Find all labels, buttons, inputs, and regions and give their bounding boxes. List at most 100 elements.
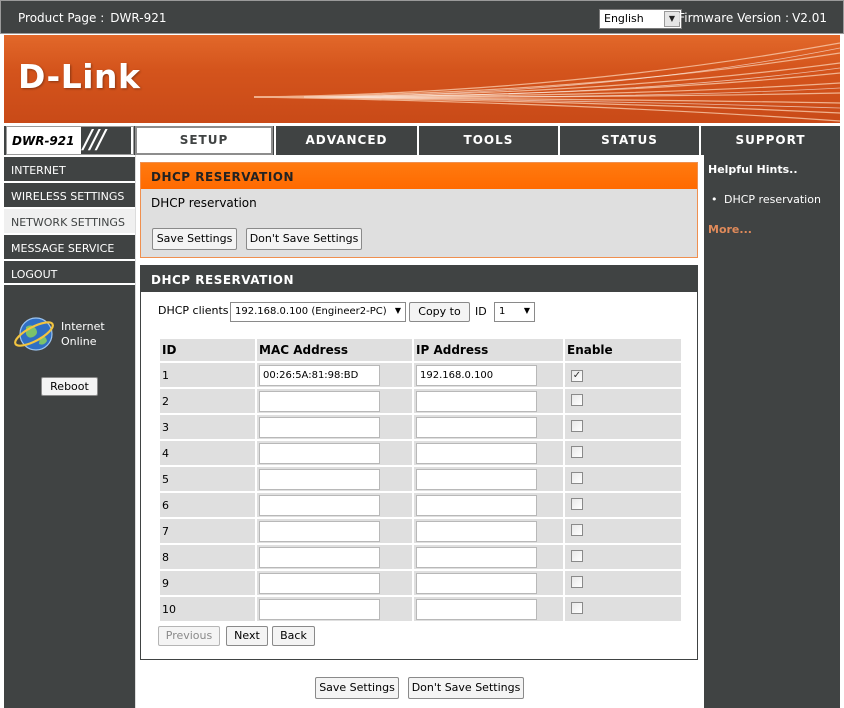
ip-address-input[interactable] [416, 364, 537, 386]
mac-cell [257, 363, 412, 387]
table-header-row: ID MAC Address IP Address Enable [160, 339, 681, 361]
dhcp-clients-value: 192.168.0.100 (Engineer2-PC) [235, 306, 387, 317]
ip-address-input[interactable] [416, 546, 537, 568]
sidebar-item-wireless-settings[interactable]: WIRELESS SETTINGS [4, 181, 135, 207]
previous-button[interactable]: Previous [158, 626, 220, 646]
brand-banner: D-Link [4, 35, 840, 123]
row-id: 9 [160, 571, 255, 595]
mac-address-input[interactable] [259, 442, 380, 464]
mac-cell [257, 493, 412, 517]
table-row: 1✓ [160, 363, 681, 387]
enable-cell [565, 519, 681, 543]
internet-status-line1: Internet [61, 320, 105, 333]
ip-address-input[interactable] [416, 494, 537, 516]
product-page: Product Page : DWR-921 [18, 11, 167, 25]
enable-cell [565, 545, 681, 569]
mac-address-input[interactable] [259, 494, 380, 516]
tab-status[interactable]: STATUS [558, 126, 699, 155]
bullet-icon: • [711, 193, 718, 206]
enable-checkbox[interactable] [571, 549, 583, 562]
sidebar-item-message-service[interactable]: MESSAGE SERVICE [4, 233, 135, 259]
ip-address-input[interactable] [416, 416, 537, 438]
ip-cell [414, 571, 563, 595]
tab-tools[interactable]: TOOLS [417, 126, 558, 155]
model-slashes: /// [81, 127, 131, 154]
enable-checkbox[interactable] [571, 419, 583, 432]
sidebar-item-network-settings[interactable]: NETWORK SETTINGS [4, 207, 135, 233]
mac-cell [257, 441, 412, 465]
mac-cell [257, 389, 412, 413]
mac-cell [257, 519, 412, 543]
dhcp-clients-select[interactable]: 192.168.0.100 (Engineer2-PC) ▼ [230, 302, 406, 322]
back-button[interactable]: Back [272, 626, 315, 646]
language-value: English [604, 12, 644, 25]
hint-item[interactable]: • DHCP reservation [711, 193, 821, 206]
enable-cell [565, 389, 681, 413]
mac-address-input[interactable] [259, 572, 380, 594]
ip-address-input[interactable] [416, 598, 537, 620]
dhcp-reservation-table-section: DHCP RESERVATION DHCP clients 192.168.0.… [140, 265, 698, 660]
mac-cell [257, 597, 412, 621]
sidebar-item-logout[interactable]: LOGOUT [4, 259, 135, 285]
sidebar-item-internet[interactable]: INTERNET [4, 155, 135, 181]
row-id: 7 [160, 519, 255, 543]
model-name: DWR-921 [12, 134, 75, 148]
table-row: 9 [160, 571, 681, 595]
chevron-down-icon: ▼ [394, 306, 401, 315]
internet-globe-icon [14, 317, 54, 351]
ip-cell [414, 493, 563, 517]
ip-address-input[interactable] [416, 572, 537, 594]
mac-cell [257, 467, 412, 491]
ip-address-input[interactable] [416, 390, 537, 412]
ip-address-input[interactable] [416, 468, 537, 490]
dlink-logo: D-Link [18, 57, 141, 96]
dont-save-settings-button[interactable]: Don't Save Settings [246, 228, 362, 250]
enable-checkbox[interactable] [571, 575, 583, 588]
save-settings-button[interactable]: Save Settings [152, 228, 237, 250]
language-select[interactable]: English ▼ [599, 9, 682, 29]
save-settings-button-bottom[interactable]: Save Settings [315, 677, 399, 699]
tab-advanced[interactable]: ADVANCED [274, 126, 417, 155]
id-select[interactable]: 1 ▼ [494, 302, 535, 322]
table-row: 2 [160, 389, 681, 413]
enable-checkbox[interactable] [571, 471, 583, 484]
mac-address-input[interactable] [259, 364, 380, 386]
dhcp-reservation-intro: DHCP RESERVATION DHCP reservation Save S… [140, 162, 698, 258]
enable-checkbox[interactable] [571, 393, 583, 406]
ip-cell [414, 467, 563, 491]
enable-cell [565, 467, 681, 491]
mac-address-input[interactable] [259, 468, 380, 490]
next-button[interactable]: Next [226, 626, 268, 646]
ip-address-input[interactable] [416, 442, 537, 464]
row-id: 2 [160, 389, 255, 413]
table-row: 5 [160, 467, 681, 491]
dont-save-settings-button-bottom[interactable]: Don't Save Settings [408, 677, 524, 699]
reboot-button[interactable]: Reboot [41, 377, 98, 396]
table-body: 1✓2345678910 [160, 363, 681, 621]
section-title: DHCP RESERVATION [141, 266, 697, 292]
tab-support[interactable]: SUPPORT [699, 126, 840, 155]
ip-address-input[interactable] [416, 520, 537, 542]
column-header-id: ID [160, 339, 255, 361]
enable-cell [565, 571, 681, 595]
enable-checkbox[interactable] [571, 445, 583, 458]
mac-address-input[interactable] [259, 546, 380, 568]
column-header-enable: Enable [565, 339, 681, 361]
enable-checkbox[interactable]: ✓ [571, 370, 583, 382]
enable-checkbox[interactable] [571, 523, 583, 536]
mac-cell [257, 415, 412, 439]
mac-address-input[interactable] [259, 520, 380, 542]
firmware-label: Firmware Version : [678, 11, 790, 25]
mac-address-input[interactable] [259, 390, 380, 412]
row-id: 3 [160, 415, 255, 439]
enable-checkbox[interactable] [571, 497, 583, 510]
enable-checkbox[interactable] [571, 601, 583, 614]
section-description: DHCP reservation [151, 196, 257, 210]
tab-setup[interactable]: SETUP [135, 126, 273, 155]
copy-to-button[interactable]: Copy to [409, 302, 470, 322]
mac-address-input[interactable] [259, 598, 380, 620]
section-title: DHCP RESERVATION [141, 163, 697, 189]
product-page-value: DWR-921 [110, 11, 167, 25]
more-link[interactable]: More... [708, 223, 752, 236]
mac-address-input[interactable] [259, 416, 380, 438]
